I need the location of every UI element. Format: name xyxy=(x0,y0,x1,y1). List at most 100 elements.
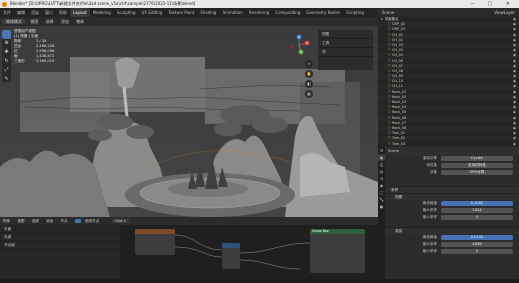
outliner-row-label: CH_04 xyxy=(392,48,403,53)
group-box-title: Group Box xyxy=(310,229,365,234)
annotate-icon[interactable]: ✎ xyxy=(2,75,11,84)
gizmo-x-label: X xyxy=(306,41,308,45)
zoom-icon[interactable]: ⌕ xyxy=(305,60,313,68)
node-menu-view[interactable]: 视图 xyxy=(14,219,27,223)
npanel-tab-view[interactable]: 视图 xyxy=(318,30,373,39)
scene-tab-icon[interactable]: ◔ xyxy=(378,175,385,182)
menu-window[interactable]: 窗口 xyxy=(42,8,56,17)
camera-icon[interactable]: ◧ xyxy=(305,80,313,88)
viewport-menu-object[interactable]: 物体 xyxy=(73,19,87,24)
device-row: 设备 GPU计算 xyxy=(385,169,519,176)
viewport-max-samples[interactable]: 1024 xyxy=(441,207,513,214)
menu-edit[interactable]: 编辑 xyxy=(14,8,28,17)
workspace-tab-rendering[interactable]: Rendering xyxy=(246,8,272,17)
properties-editor: Scene 渲染引擎 Cycles 特性集 支持的特性 设备 GPU计算 采样 视图 … xyxy=(385,147,519,279)
group-box-node[interactable]: Group Box xyxy=(310,229,365,273)
render-subsection[interactable]: 渲染 xyxy=(385,227,519,234)
menu-file[interactable]: 文件 xyxy=(0,8,14,17)
feature-set-row: 特性集 支持的特性 xyxy=(385,162,519,169)
outliner-row-label: CH_08 xyxy=(392,68,403,73)
render-min-samples[interactable]: 0 xyxy=(441,248,513,255)
workspace-tab-animation[interactable]: Animation xyxy=(219,8,245,17)
menu-render[interactable]: 渲染 xyxy=(28,8,42,17)
pan-icon[interactable]: ✋ xyxy=(305,70,313,78)
node-left-row[interactable]: 节点组 xyxy=(0,241,120,249)
npanel-tab-item[interactable]: 项 xyxy=(318,48,373,57)
render-max-samples[interactable]: 4096 xyxy=(441,241,513,248)
workspace-tab-modeling[interactable]: Modeling xyxy=(90,8,114,17)
viewport-menu-view[interactable]: 视图 xyxy=(27,19,41,24)
outliner-row[interactable]: ▽Tree_03 ◉ xyxy=(378,142,519,147)
object-tab-icon[interactable]: ▢ xyxy=(378,189,385,196)
outliner-row-label: CH_03 xyxy=(392,42,403,47)
render-tab-icon[interactable]: ▣ xyxy=(378,154,385,161)
menu-help[interactable]: 帮助 xyxy=(56,8,70,17)
view-layer-selector[interactable]: ViewLayer xyxy=(494,8,515,17)
workspace-tab-sculpting[interactable]: Sculpting xyxy=(114,8,139,17)
title-bar: Blender* [D:\UPRG\LUTT\新建文件夹\file\3ad sc… xyxy=(0,0,519,8)
sampling-section[interactable]: 采样 xyxy=(385,186,519,193)
outliner-row-label: Rock_03 xyxy=(392,100,407,104)
grid-icon[interactable]: ▦ xyxy=(305,90,313,98)
workspace-tab-shading[interactable]: Shading xyxy=(197,8,219,17)
node-menu-add[interactable]: 添加 xyxy=(43,219,56,223)
device-dropdown[interactable]: GPU计算 xyxy=(441,169,513,176)
gizmo-z-label: Z xyxy=(298,35,300,39)
tool-shelf: ⬚ ⊕ ✥ ↻ ⤢ ✎ xyxy=(2,30,11,82)
workspace-tab-layout[interactable]: Layout xyxy=(70,8,90,17)
workspace-tab-uv[interactable]: UV Editing xyxy=(139,8,166,17)
workspace-tab-texture[interactable]: Texture Paint xyxy=(165,8,197,17)
window-controls[interactable]: ─ ▢ ✕ xyxy=(471,0,516,8)
outliner-row-label: Rock_04 xyxy=(392,105,407,110)
mix-node[interactable] xyxy=(222,243,240,269)
workspace-tab-scripting[interactable]: Scripting xyxy=(343,8,367,17)
view-layer-tab-icon[interactable]: ▤ xyxy=(378,168,385,175)
feature-set-dropdown[interactable]: 支持的特性 xyxy=(441,162,513,169)
outliner-row-label: CH_11 xyxy=(392,84,403,89)
blender-logo-icon xyxy=(2,1,7,7)
cursor-icon[interactable]: ⊕ xyxy=(2,39,11,48)
outliner-row-label: Tree_01 xyxy=(392,131,406,136)
viewport-subsection[interactable]: 视图 xyxy=(385,193,519,200)
visibility-eye-icon[interactable]: ◉ xyxy=(513,142,516,147)
viewport-min-samples[interactable]: 0 xyxy=(441,214,513,221)
node-menu-node[interactable]: 节点 xyxy=(57,219,70,223)
material-tab-icon[interactable]: ● xyxy=(378,203,385,210)
rotate-icon[interactable]: ↻ xyxy=(2,57,11,66)
texture-node[interactable] xyxy=(135,229,175,255)
workspace-tab-geonodes[interactable]: Geometry Nodes xyxy=(303,8,343,17)
outliner-row-label: Rock_08 xyxy=(392,125,407,130)
viewport-nav-buttons: ⌕ ✋ ◧ ▦ xyxy=(305,60,315,100)
node-left-row[interactable]: 平面 xyxy=(0,225,120,233)
scale-icon[interactable]: ⤢ xyxy=(2,66,11,75)
select-box-icon[interactable]: ⬚ xyxy=(2,30,11,39)
output-tab-icon[interactable]: ⎙ xyxy=(378,161,385,168)
scene-selector[interactable]: Scene xyxy=(382,10,394,15)
modifier-tab-icon[interactable]: 🔧 xyxy=(378,196,385,203)
node-menu-object[interactable]: 物体 xyxy=(0,219,13,223)
render-noise-threshold[interactable]: 0.0100 xyxy=(441,234,513,241)
outliner-row-label: Rock_05 xyxy=(392,110,407,115)
workspace-tab-compositing[interactable]: Compositing xyxy=(272,8,303,17)
viewport-noise-threshold[interactable]: 0.1000 xyxy=(441,200,513,207)
properties-tabs: ⚒ ▣ ⎙ ▤ ◔ ◉ ▢ 🔧 ● xyxy=(378,147,385,279)
navigation-gizmo[interactable]: X Y Z xyxy=(288,34,310,56)
outliner-row-label: 场景集合 xyxy=(385,17,399,21)
outliner-row-label: CH_02 xyxy=(392,37,403,42)
viewport-menu-add[interactable]: 添加 xyxy=(58,19,72,24)
viewport-menu-select[interactable]: 选择 xyxy=(43,19,57,24)
mode-selector[interactable]: 物体模式 xyxy=(2,19,26,24)
move-icon[interactable]: ✥ xyxy=(2,48,11,57)
world-tab-icon[interactable]: ◉ xyxy=(378,182,385,189)
viewport-header: 物体模式 视图 选择 添加 物体 xyxy=(0,17,378,26)
render-engine-dropdown[interactable]: Cycles xyxy=(441,155,513,162)
slot-selector[interactable]: Slot 1 xyxy=(112,219,129,223)
node-left-row[interactable]: 光源 xyxy=(0,233,120,241)
checkbox-icon xyxy=(74,219,81,223)
tool-tab-icon[interactable]: ⚒ xyxy=(378,147,385,154)
outliner: ▸ 场景集合 ◉ ▽GRP_02 ◉ ▽GRP_03 ◉ ▽CH_01 ◉ ▽CH_02 ◉ ▽CH_… xyxy=(378,17,519,147)
outliner-row-label: GRP_02 xyxy=(392,22,406,27)
node-menu-select[interactable]: 选择 xyxy=(29,219,42,223)
npanel-tab-tool[interactable]: 工具 xyxy=(318,39,373,48)
use-nodes-toggle[interactable]: 使用节点 xyxy=(72,219,106,223)
